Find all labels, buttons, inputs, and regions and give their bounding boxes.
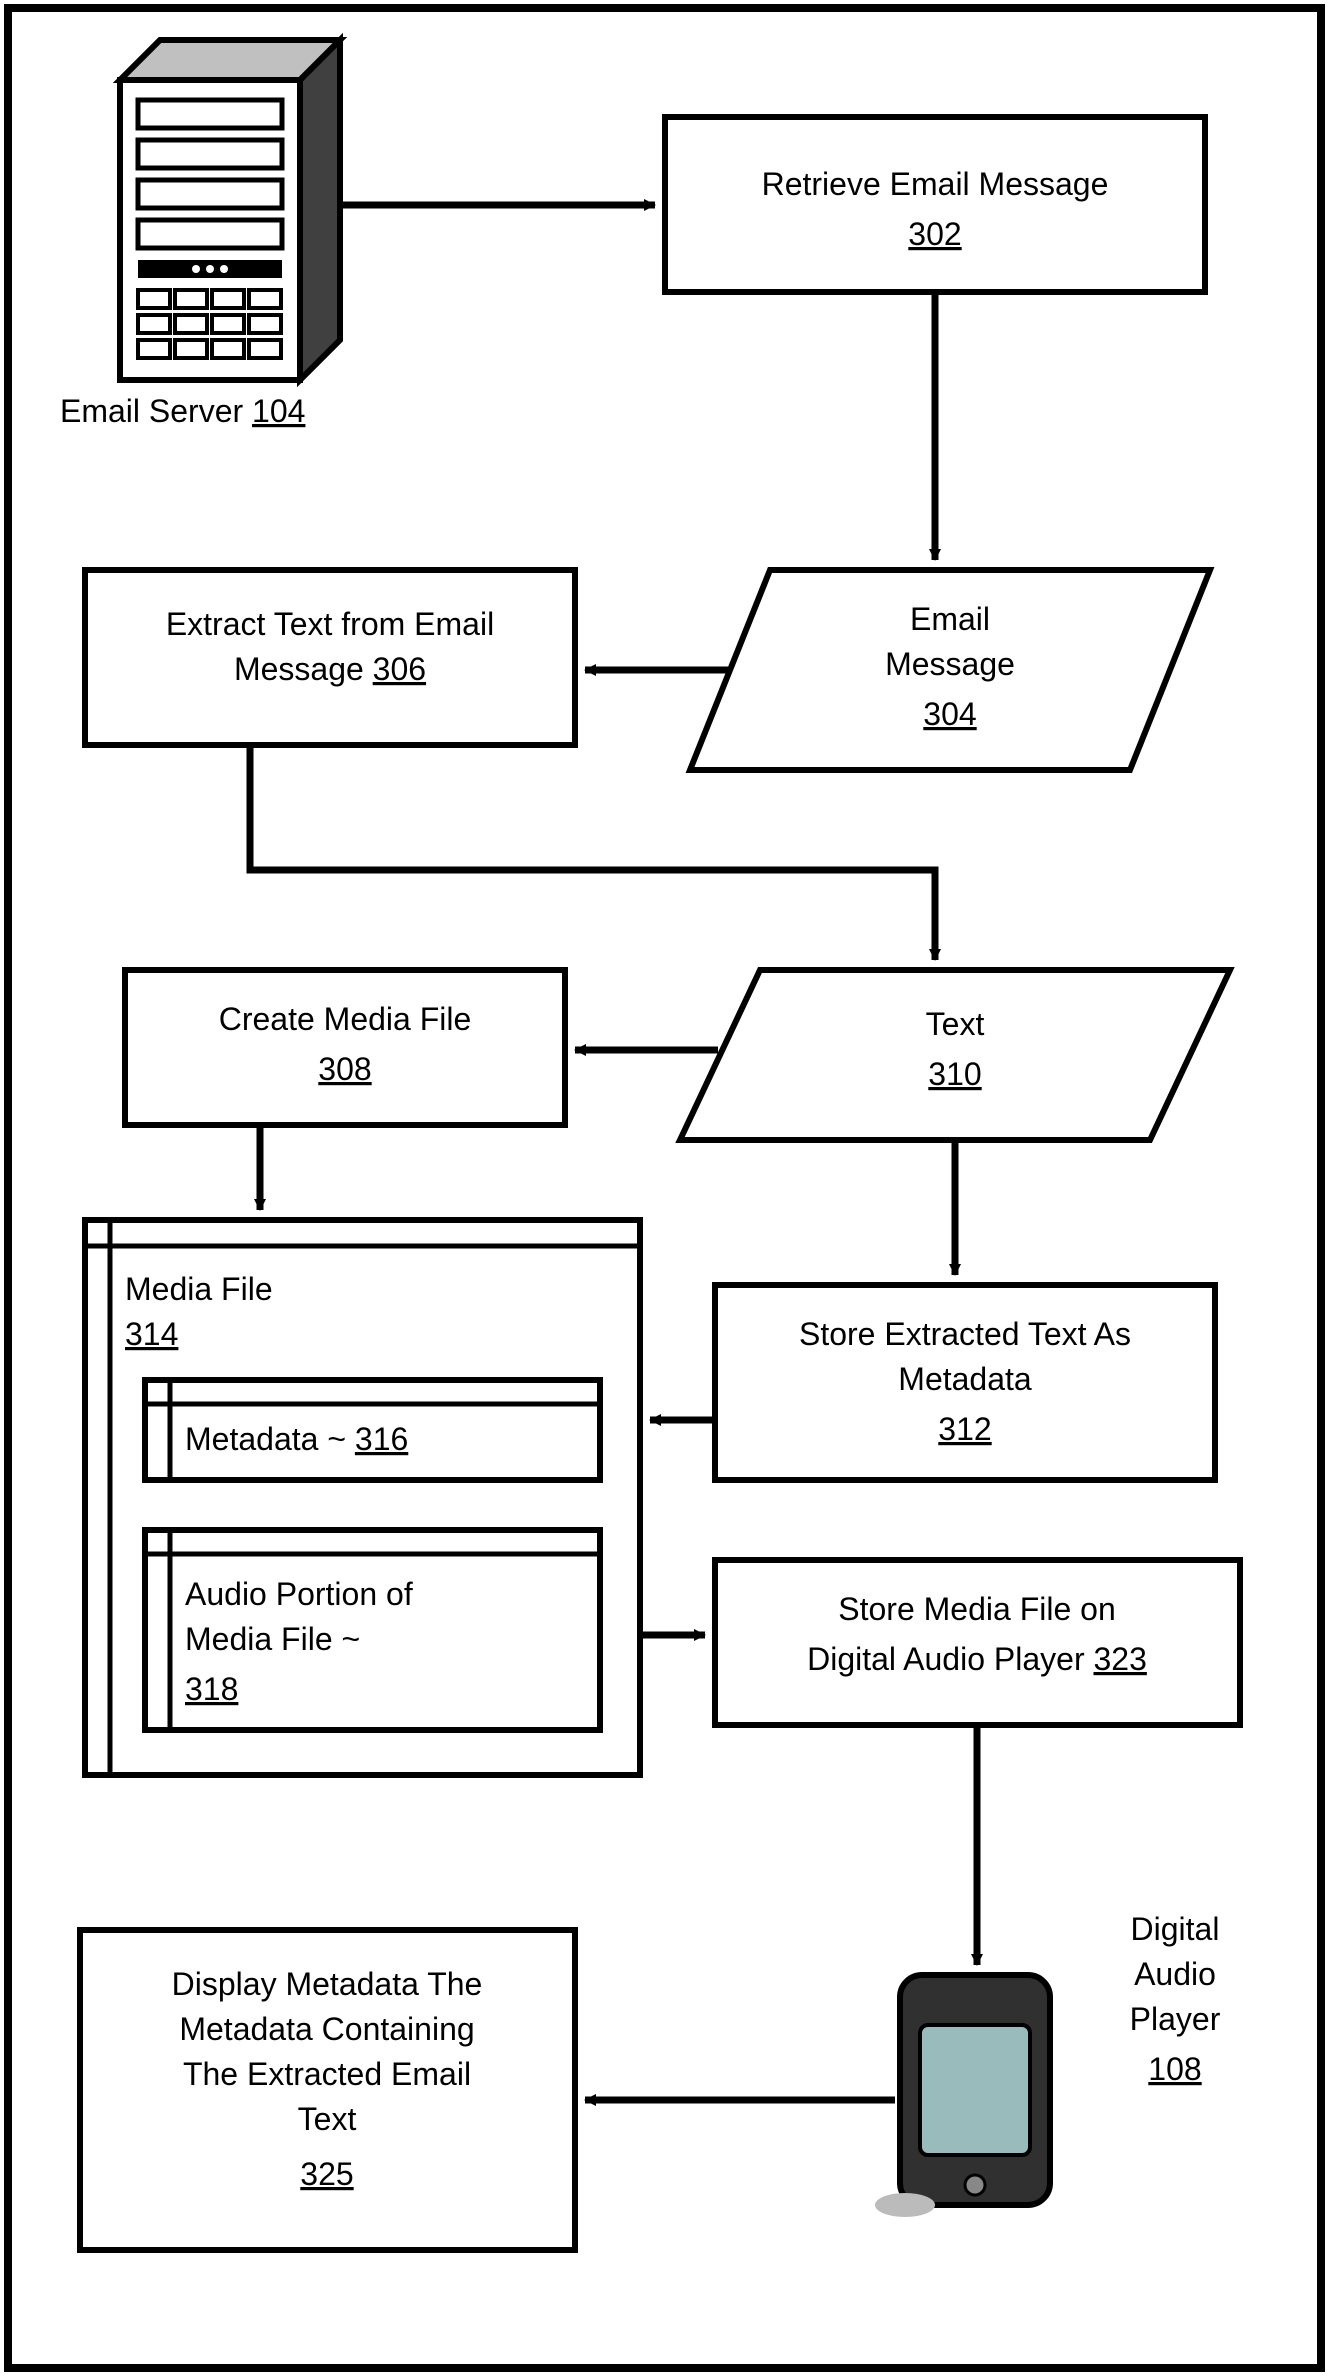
display-meta-l4: Text <box>298 2101 357 2137</box>
extract-text-l1: Extract Text from Email <box>166 606 494 642</box>
text-label: Text <box>926 1006 985 1042</box>
store-media-l1: Store Media File on <box>838 1591 1115 1627</box>
audio-portion-l2: Media File ~ <box>185 1621 360 1657</box>
email-message-l2: Message <box>885 646 1015 682</box>
email-server-icon <box>120 40 340 380</box>
player-l2: Audio <box>1134 1956 1216 1992</box>
audio-portion-ref: 318 <box>185 1671 238 1707</box>
media-file-ref: 314 <box>125 1316 178 1352</box>
email-server-label: Email Server 104 <box>60 393 305 429</box>
extract-text-l2: Message 306 <box>234 651 426 687</box>
display-meta-l3: The Extracted Email <box>183 2056 471 2092</box>
digital-audio-player-icon <box>875 1975 1050 2217</box>
media-file-container: Media File 314 Metadata ~ 316 Audio Port… <box>85 1220 640 1775</box>
retrieve-email-box <box>665 117 1205 292</box>
store-media-l2: Digital Audio Player 323 <box>807 1641 1147 1677</box>
display-meta-l1: Display Metadata The <box>172 1966 483 2002</box>
audio-portion-l1: Audio Portion of <box>185 1576 413 1612</box>
store-text-meta-l1: Store Extracted Text As <box>799 1316 1131 1352</box>
arrow-extract-to-text <box>250 745 935 960</box>
text-node <box>680 970 1230 1140</box>
email-message-ref: 304 <box>923 696 976 732</box>
create-media-label: Create Media File <box>219 1001 472 1037</box>
metadata-label: Metadata ~ 316 <box>185 1421 408 1457</box>
player-l1: Digital <box>1131 1911 1220 1947</box>
display-meta-l2: Metadata Containing <box>179 2011 474 2047</box>
display-meta-ref: 325 <box>300 2156 353 2192</box>
player-l3: Player <box>1130 2001 1221 2037</box>
media-file-label: Media File <box>125 1271 273 1307</box>
flowchart-diagram: Email Server 104 Retrieve Email Message … <box>0 0 1329 2376</box>
store-text-meta-ref: 312 <box>938 1411 991 1447</box>
retrieve-email-label: Retrieve Email Message <box>762 166 1109 202</box>
player-ref: 108 <box>1148 2051 1201 2087</box>
create-media-ref: 308 <box>318 1051 371 1087</box>
text-ref: 310 <box>928 1056 981 1092</box>
email-message-l1: Email <box>910 601 990 637</box>
retrieve-email-ref: 302 <box>908 216 961 252</box>
store-text-meta-l2: Metadata <box>898 1361 1032 1397</box>
create-media-box <box>125 970 565 1125</box>
